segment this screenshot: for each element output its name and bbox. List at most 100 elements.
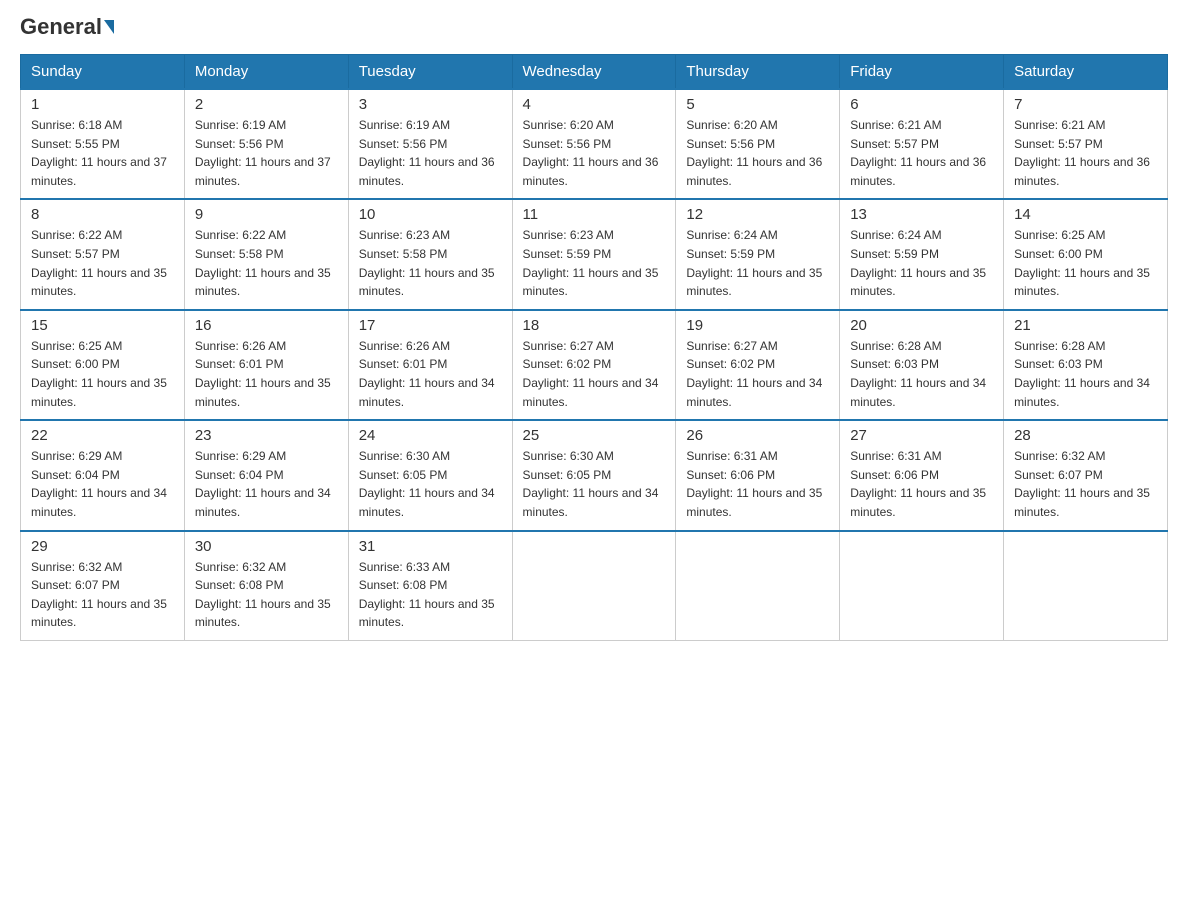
day-number: 17	[359, 317, 502, 334]
day-number: 21	[1014, 317, 1157, 334]
calendar-week-row: 15 Sunrise: 6:25 AMSunset: 6:00 PMDaylig…	[21, 310, 1168, 420]
day-number: 3	[359, 96, 502, 113]
day-info: Sunrise: 6:19 AMSunset: 5:56 PMDaylight:…	[359, 116, 502, 190]
day-number: 1	[31, 96, 174, 113]
day-info: Sunrise: 6:32 AMSunset: 6:07 PMDaylight:…	[1014, 447, 1157, 521]
calendar-week-row: 22 Sunrise: 6:29 AMSunset: 6:04 PMDaylig…	[21, 420, 1168, 530]
calendar-header-row: SundayMondayTuesdayWednesdayThursdayFrid…	[21, 55, 1168, 90]
day-info: Sunrise: 6:21 AMSunset: 5:57 PMDaylight:…	[1014, 116, 1157, 190]
day-number: 5	[686, 96, 829, 113]
calendar-table: SundayMondayTuesdayWednesdayThursdayFrid…	[20, 54, 1168, 641]
day-number: 18	[523, 317, 666, 334]
calendar-day-cell: 17 Sunrise: 6:26 AMSunset: 6:01 PMDaylig…	[348, 310, 512, 420]
day-info: Sunrise: 6:30 AMSunset: 6:05 PMDaylight:…	[523, 447, 666, 521]
day-info: Sunrise: 6:24 AMSunset: 5:59 PMDaylight:…	[850, 226, 993, 300]
calendar-day-cell: 4 Sunrise: 6:20 AMSunset: 5:56 PMDayligh…	[512, 89, 676, 199]
calendar-day-cell: 2 Sunrise: 6:19 AMSunset: 5:56 PMDayligh…	[184, 89, 348, 199]
day-info: Sunrise: 6:22 AMSunset: 5:57 PMDaylight:…	[31, 226, 174, 300]
day-number: 6	[850, 96, 993, 113]
day-info: Sunrise: 6:29 AMSunset: 6:04 PMDaylight:…	[31, 447, 174, 521]
day-info: Sunrise: 6:24 AMSunset: 5:59 PMDaylight:…	[686, 226, 829, 300]
calendar-day-cell	[676, 531, 840, 641]
calendar-week-row: 29 Sunrise: 6:32 AMSunset: 6:07 PMDaylig…	[21, 531, 1168, 641]
day-info: Sunrise: 6:27 AMSunset: 6:02 PMDaylight:…	[686, 337, 829, 411]
day-info: Sunrise: 6:32 AMSunset: 6:07 PMDaylight:…	[31, 558, 174, 632]
calendar-day-cell: 22 Sunrise: 6:29 AMSunset: 6:04 PMDaylig…	[21, 420, 185, 530]
day-info: Sunrise: 6:30 AMSunset: 6:05 PMDaylight:…	[359, 447, 502, 521]
day-number: 9	[195, 206, 338, 223]
calendar-day-cell: 29 Sunrise: 6:32 AMSunset: 6:07 PMDaylig…	[21, 531, 185, 641]
day-number: 4	[523, 96, 666, 113]
day-info: Sunrise: 6:32 AMSunset: 6:08 PMDaylight:…	[195, 558, 338, 632]
logo-general2: General	[20, 14, 102, 40]
day-number: 2	[195, 96, 338, 113]
calendar-day-cell: 5 Sunrise: 6:20 AMSunset: 5:56 PMDayligh…	[676, 89, 840, 199]
calendar-header-sunday: Sunday	[21, 55, 185, 90]
calendar-day-cell: 7 Sunrise: 6:21 AMSunset: 5:57 PMDayligh…	[1004, 89, 1168, 199]
calendar-header-friday: Friday	[840, 55, 1004, 90]
day-number: 31	[359, 538, 502, 555]
day-info: Sunrise: 6:31 AMSunset: 6:06 PMDaylight:…	[686, 447, 829, 521]
day-number: 8	[31, 206, 174, 223]
logo-triangle-icon	[104, 20, 114, 34]
calendar-day-cell: 8 Sunrise: 6:22 AMSunset: 5:57 PMDayligh…	[21, 199, 185, 309]
calendar-day-cell: 19 Sunrise: 6:27 AMSunset: 6:02 PMDaylig…	[676, 310, 840, 420]
calendar-day-cell: 18 Sunrise: 6:27 AMSunset: 6:02 PMDaylig…	[512, 310, 676, 420]
day-info: Sunrise: 6:26 AMSunset: 6:01 PMDaylight:…	[195, 337, 338, 411]
day-number: 28	[1014, 427, 1157, 444]
calendar-day-cell: 20 Sunrise: 6:28 AMSunset: 6:03 PMDaylig…	[840, 310, 1004, 420]
calendar-day-cell: 14 Sunrise: 6:25 AMSunset: 6:00 PMDaylig…	[1004, 199, 1168, 309]
day-info: Sunrise: 6:33 AMSunset: 6:08 PMDaylight:…	[359, 558, 502, 632]
calendar-day-cell: 25 Sunrise: 6:30 AMSunset: 6:05 PMDaylig…	[512, 420, 676, 530]
calendar-day-cell: 27 Sunrise: 6:31 AMSunset: 6:06 PMDaylig…	[840, 420, 1004, 530]
calendar-day-cell: 9 Sunrise: 6:22 AMSunset: 5:58 PMDayligh…	[184, 199, 348, 309]
calendar-day-cell: 16 Sunrise: 6:26 AMSunset: 6:01 PMDaylig…	[184, 310, 348, 420]
day-number: 11	[523, 206, 666, 223]
calendar-day-cell: 28 Sunrise: 6:32 AMSunset: 6:07 PMDaylig…	[1004, 420, 1168, 530]
day-number: 14	[1014, 206, 1157, 223]
calendar-day-cell: 12 Sunrise: 6:24 AMSunset: 5:59 PMDaylig…	[676, 199, 840, 309]
calendar-day-cell	[512, 531, 676, 641]
day-info: Sunrise: 6:21 AMSunset: 5:57 PMDaylight:…	[850, 116, 993, 190]
day-number: 30	[195, 538, 338, 555]
calendar-day-cell: 11 Sunrise: 6:23 AMSunset: 5:59 PMDaylig…	[512, 199, 676, 309]
logo: General	[20, 20, 116, 38]
calendar-day-cell: 6 Sunrise: 6:21 AMSunset: 5:57 PMDayligh…	[840, 89, 1004, 199]
calendar-day-cell: 21 Sunrise: 6:28 AMSunset: 6:03 PMDaylig…	[1004, 310, 1168, 420]
day-info: Sunrise: 6:27 AMSunset: 6:02 PMDaylight:…	[523, 337, 666, 411]
day-info: Sunrise: 6:20 AMSunset: 5:56 PMDaylight:…	[523, 116, 666, 190]
calendar-header-saturday: Saturday	[1004, 55, 1168, 90]
calendar-week-row: 1 Sunrise: 6:18 AMSunset: 5:55 PMDayligh…	[21, 89, 1168, 199]
calendar-header-monday: Monday	[184, 55, 348, 90]
day-number: 24	[359, 427, 502, 444]
day-number: 29	[31, 538, 174, 555]
calendar-day-cell: 24 Sunrise: 6:30 AMSunset: 6:05 PMDaylig…	[348, 420, 512, 530]
day-info: Sunrise: 6:20 AMSunset: 5:56 PMDaylight:…	[686, 116, 829, 190]
day-number: 13	[850, 206, 993, 223]
calendar-header-thursday: Thursday	[676, 55, 840, 90]
day-info: Sunrise: 6:26 AMSunset: 6:01 PMDaylight:…	[359, 337, 502, 411]
calendar-day-cell: 13 Sunrise: 6:24 AMSunset: 5:59 PMDaylig…	[840, 199, 1004, 309]
calendar-day-cell: 31 Sunrise: 6:33 AMSunset: 6:08 PMDaylig…	[348, 531, 512, 641]
day-number: 27	[850, 427, 993, 444]
calendar-day-cell: 3 Sunrise: 6:19 AMSunset: 5:56 PMDayligh…	[348, 89, 512, 199]
calendar-day-cell: 30 Sunrise: 6:32 AMSunset: 6:08 PMDaylig…	[184, 531, 348, 641]
day-number: 20	[850, 317, 993, 334]
day-number: 10	[359, 206, 502, 223]
day-info: Sunrise: 6:31 AMSunset: 6:06 PMDaylight:…	[850, 447, 993, 521]
day-info: Sunrise: 6:23 AMSunset: 5:58 PMDaylight:…	[359, 226, 502, 300]
calendar-day-cell: 1 Sunrise: 6:18 AMSunset: 5:55 PMDayligh…	[21, 89, 185, 199]
day-info: Sunrise: 6:18 AMSunset: 5:55 PMDaylight:…	[31, 116, 174, 190]
day-number: 26	[686, 427, 829, 444]
day-info: Sunrise: 6:23 AMSunset: 5:59 PMDaylight:…	[523, 226, 666, 300]
calendar-day-cell	[1004, 531, 1168, 641]
calendar-header-tuesday: Tuesday	[348, 55, 512, 90]
page-header: General	[20, 20, 1168, 38]
day-number: 12	[686, 206, 829, 223]
day-number: 7	[1014, 96, 1157, 113]
calendar-day-cell	[840, 531, 1004, 641]
day-number: 25	[523, 427, 666, 444]
day-info: Sunrise: 6:28 AMSunset: 6:03 PMDaylight:…	[1014, 337, 1157, 411]
day-info: Sunrise: 6:25 AMSunset: 6:00 PMDaylight:…	[31, 337, 174, 411]
day-number: 15	[31, 317, 174, 334]
